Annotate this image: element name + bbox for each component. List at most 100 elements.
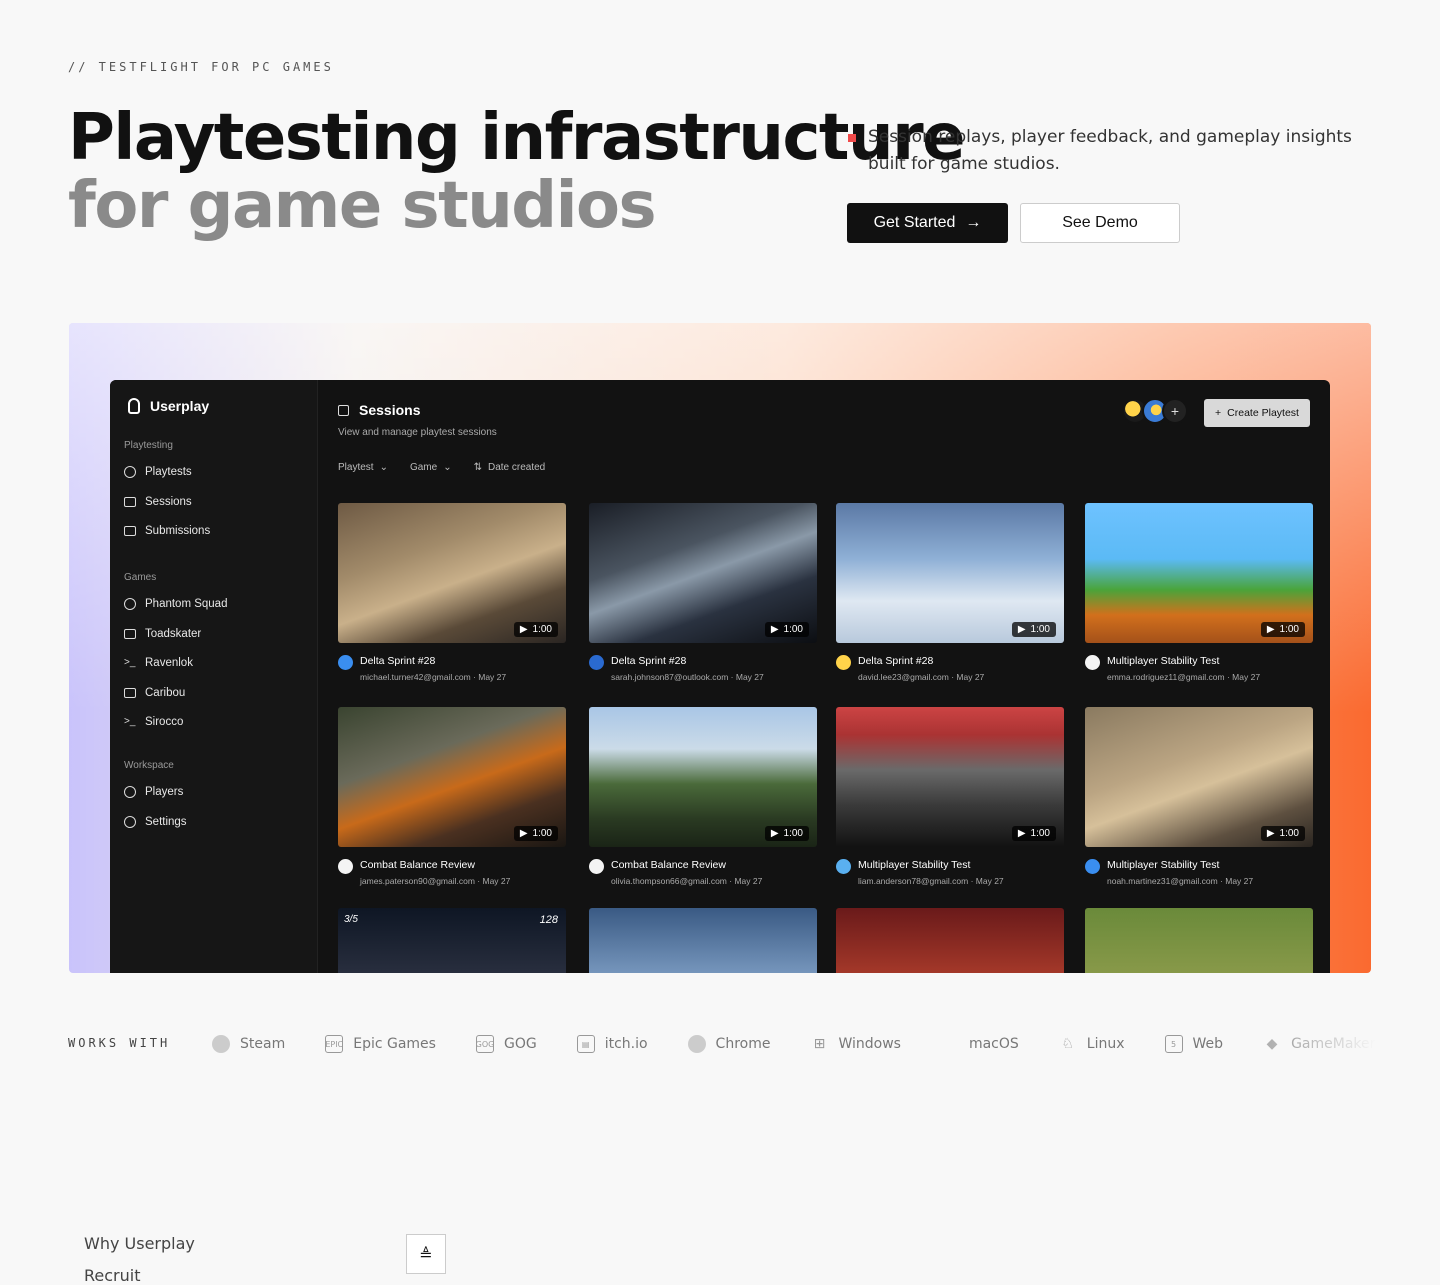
footer-link-why-userplay[interactable]: Why Userplay [84, 1234, 195, 1253]
platform-name: Linux [1086, 1036, 1125, 1052]
session-meta: Combat Balance Review james.paterson90@gm… [338, 859, 566, 886]
platform-windows: ⊞ Windows [810, 1035, 901, 1053]
users-icon [124, 786, 136, 798]
session-thumbnail[interactable]: ▶ 1:00 [589, 503, 817, 643]
sidebar-item-label: Players [145, 786, 184, 798]
player-email: sarah.johnson87@outlook.com [611, 672, 729, 682]
session-card[interactable]: ▶ 1:00 Delta Sprint #28 david.lee23@gmail.c… [836, 503, 1064, 682]
platform-chrome: Chrome [687, 1035, 771, 1053]
player-email: james.paterson90@gmail.com [360, 876, 475, 886]
sidebar-item-label: Submissions [145, 525, 211, 537]
sidebar-item-players[interactable]: Players [124, 786, 183, 798]
duration-text: 1:00 [783, 624, 803, 635]
platform-linux: ♘ Linux [1059, 1035, 1125, 1053]
play-icon: ▶ [519, 828, 528, 839]
app-window: Userplay Playtesting Playtests Sessions Sub… [110, 380, 1330, 973]
session-title: Multiplayer Stability Test [1107, 655, 1220, 667]
get-started-button[interactable]: Get Started → [847, 203, 1008, 243]
sidebar-item-toadskater[interactable]: Toadskater [124, 628, 201, 640]
platform-name: Windows [838, 1036, 901, 1052]
linux-icon: ♘ [1061, 1036, 1075, 1052]
hud-ammo-text: 3/5 [344, 914, 358, 925]
apple-icon [941, 1035, 959, 1053]
eyebrow: // TESTFLIGHT FOR PC GAMES [68, 60, 334, 74]
player-avatar [836, 655, 851, 670]
session-date: May 27 [734, 876, 763, 886]
session-card[interactable]: ▶ 1:00 Multiplayer Stability Test noah.mart… [1085, 707, 1313, 886]
session-thumbnail[interactable] [1085, 908, 1313, 973]
player-email: olivia.thompson66@gmail.com [611, 876, 727, 886]
sidebar-item-label: Toadskater [145, 627, 202, 640]
session-date: May 27 [975, 876, 1004, 886]
session-thumbnail[interactable]: ▶ 1:00 [1085, 503, 1313, 643]
sidebar-item-ravenlok[interactable]: >_ Ravenlok [124, 657, 193, 669]
session-card[interactable] [589, 908, 817, 973]
session-thumbnail[interactable]: ▶ 1:00 [836, 707, 1064, 847]
session-card[interactable] [836, 908, 1064, 973]
session-thumbnail[interactable]: ▶ 1:00 [1085, 707, 1313, 847]
sidebar-item-submissions[interactable]: Submissions [124, 525, 210, 537]
copy-icon [124, 526, 136, 536]
player-avatar [1085, 859, 1100, 874]
session-thumbnail[interactable]: ▶ 1:00 [836, 503, 1064, 643]
sidebar-item-sirocco[interactable]: >_ Sirocco [124, 716, 183, 728]
filter-playtest[interactable]: Playtest ⌄ [338, 462, 388, 473]
hero-showcase: Userplay Playtesting Playtests Sessions Sub… [69, 323, 1371, 973]
see-demo-button[interactable]: See Demo [1020, 203, 1180, 243]
session-subline: olivia.thompson66@gmail.com · May 27 [611, 876, 817, 886]
session-thumbnail[interactable]: ▶ 1:00 [338, 503, 566, 643]
brand-name: Userplay [150, 398, 210, 414]
session-thumbnail[interactable] [836, 908, 1064, 973]
platform-steam: Steam [212, 1035, 285, 1053]
session-card[interactable]: ▶ 1:00 Multiplayer Stability Test liam.ande… [836, 707, 1064, 886]
session-thumbnail[interactable]: 3/5 128 [338, 908, 566, 973]
platform-web: 5 Web [1164, 1035, 1223, 1053]
session-card[interactable]: ▶ 1:00 Combat Balance Review james.paterson… [338, 707, 566, 886]
session-meta: Multiplayer Stability Test liam.anderson7… [836, 859, 1064, 886]
scroll-top-button[interactable]: ≜ [406, 1234, 446, 1274]
footer-link-recruit[interactable]: Recruit [84, 1266, 140, 1285]
session-thumbnail[interactable]: ▶ 1:00 [589, 707, 817, 847]
player-email: emma.rodriguez11@gmail.com [1107, 672, 1225, 682]
sort-date-created[interactable]: ⇅ Date created [474, 462, 546, 473]
play-icon: ▶ [770, 828, 779, 839]
session-meta: Delta Sprint #28 michael.turner42@gmail.c… [338, 655, 566, 682]
gamemaker-icon: ◆ [1266, 1036, 1278, 1052]
sidebar-item-caribou[interactable]: Caribou [124, 687, 185, 699]
video-icon [124, 496, 136, 507]
session-title: Combat Balance Review [360, 859, 475, 871]
sidebar-item-playtests[interactable]: Playtests [124, 466, 192, 478]
sidebar-item-label: Sessions [145, 495, 192, 508]
create-playtest-label: Create Playtest [1227, 407, 1299, 419]
sidebar-item-settings[interactable]: Settings [124, 815, 187, 828]
session-thumbnail[interactable]: ▶ 1:00 [338, 707, 566, 847]
duration-text: 1:00 [532, 624, 552, 635]
session-meta: Multiplayer Stability Test noah.martinez3… [1085, 859, 1313, 886]
player-avatar [338, 859, 353, 874]
tagline-text: Session replays, player feedback, and ga… [868, 127, 1352, 174]
session-title: Multiplayer Stability Test [858, 859, 971, 871]
terminal-icon: >_ [124, 716, 136, 727]
sidebar-item-sessions[interactable]: Sessions [124, 496, 192, 508]
session-card[interactable]: 3/5 128 [338, 908, 566, 973]
session-thumbnail[interactable] [589, 908, 817, 973]
session-card[interactable]: ▶ 1:00 Multiplayer Stability Test emma.rodr… [1085, 503, 1313, 682]
gog-icon: GOG [476, 1035, 494, 1053]
session-title: Delta Sprint #28 [360, 655, 436, 667]
session-card[interactable]: ▶ 1:00 Delta Sprint #28 sarah.johnson87@out… [589, 503, 817, 682]
add-collaborator-button[interactable]: + [1162, 398, 1188, 424]
brand[interactable]: Userplay [128, 398, 209, 414]
filter-game[interactable]: Game ⌄ [410, 462, 452, 473]
sidebar-item-phantom-squad[interactable]: Phantom Squad [124, 598, 227, 610]
session-card[interactable] [1085, 908, 1313, 973]
session-subline: david.lee23@gmail.com · May 27 [858, 672, 1064, 682]
sidebar-toggle-icon[interactable] [338, 404, 349, 416]
platform-name: Chrome [715, 1036, 771, 1052]
session-card[interactable]: ▶ 1:00 Combat Balance Review olivia.thompso… [589, 707, 817, 886]
session-card[interactable]: ▶ 1:00 Delta Sprint #28 michael.turner42@gm… [338, 503, 566, 682]
duration-badge: ▶ 1:00 [513, 622, 558, 637]
filter-playtest-label: Playtest [338, 462, 374, 473]
create-playtest-button[interactable]: + Create Playtest [1204, 399, 1310, 427]
session-meta: Delta Sprint #28 sarah.johnson87@outlook.… [589, 655, 817, 682]
platform-epic-games: EPIC Epic Games [325, 1035, 436, 1053]
